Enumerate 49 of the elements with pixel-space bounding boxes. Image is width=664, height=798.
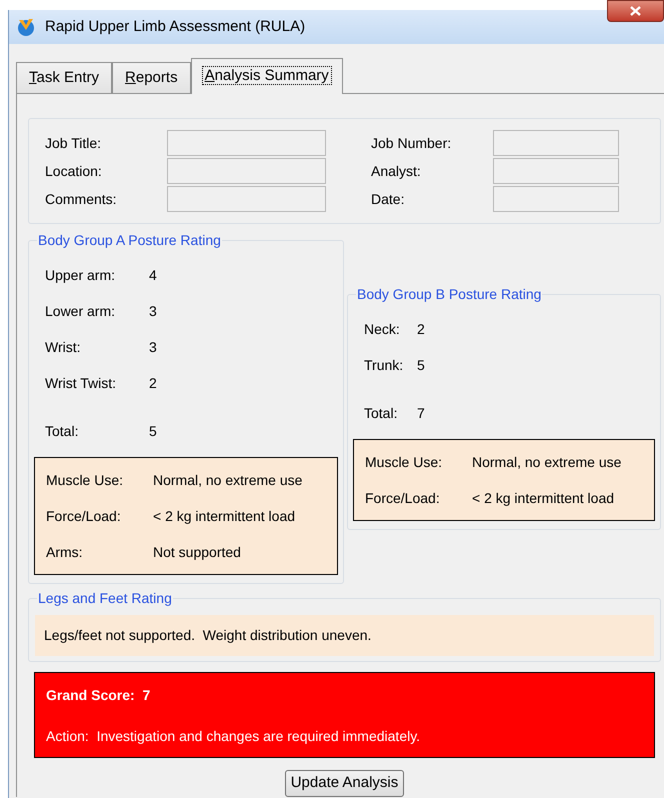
field-label: Job Number: <box>371 134 452 152</box>
score-value: 5 <box>149 422 157 440</box>
legs-text: Legs/feet not supported. Weight distribution uneven. <box>44 626 372 645</box>
score-value: 5 <box>417 356 425 374</box>
field-label: Comments: <box>45 190 118 208</box>
field-label: Analyst: <box>371 162 422 181</box>
factor-label: Force/Load: <box>365 488 441 508</box>
field-label: Location: <box>45 162 103 180</box>
input-field[interactable] <box>493 186 619 212</box>
input-field[interactable] <box>167 158 326 184</box>
score-label: Total: <box>45 422 80 440</box>
update-analysis-button[interactable]: Update Analysis <box>284 770 404 797</box>
score-label: Upper arm: <box>45 266 116 285</box>
input-field[interactable] <box>493 158 619 184</box>
close-icon <box>630 6 641 16</box>
score-label: Wrist: <box>45 338 82 356</box>
input-field[interactable] <box>493 130 619 156</box>
factor-label: Force/Load: <box>46 506 122 526</box>
factor-value: Normal, no extreme use <box>472 452 622 472</box>
grand-score: Grand Score: 7 <box>46 686 152 705</box>
score-label: Wrist Twist: <box>45 374 118 392</box>
field-label: Date: <box>371 190 406 208</box>
score-value: 2 <box>149 374 157 392</box>
tab[interactable]: Task Entry <box>16 62 112 93</box>
score-value: 7 <box>417 404 425 422</box>
factor-label: Muscle Use: <box>365 452 444 472</box>
factor-value: < 2 kg intermittent load <box>153 506 296 526</box>
action-text: Action: Investigation and changes are required immediately. <box>46 727 422 746</box>
field-label: Job Title: <box>45 134 102 152</box>
close-button[interactable] <box>607 0 664 22</box>
tab[interactable]: Reports <box>112 62 191 93</box>
score-label: Trunk: <box>364 356 404 374</box>
score-value: 2 <box>417 320 425 338</box>
factor-value: Not supported <box>153 542 241 562</box>
factor-label: Arms: <box>46 542 84 562</box>
factor-value: < 2 kg intermittent load <box>472 488 614 508</box>
score-value: 4 <box>149 266 157 284</box>
input-field[interactable] <box>167 186 326 212</box>
factor-value: Normal, no extreme use <box>153 470 302 490</box>
score-label: Lower arm: <box>45 302 116 320</box>
score-value: 3 <box>149 302 157 320</box>
score-label: Neck: <box>364 320 401 338</box>
app-logo-icon <box>15 16 37 38</box>
window-title: Rapid Upper Limb Assessment (RULA) <box>45 16 306 37</box>
input-field[interactable] <box>167 130 326 156</box>
factor-label: Muscle Use: <box>46 470 124 490</box>
score-value: 3 <box>149 338 157 356</box>
score-label: Total: <box>364 404 398 422</box>
tab[interactable]: Analysis Summary <box>190 58 343 94</box>
